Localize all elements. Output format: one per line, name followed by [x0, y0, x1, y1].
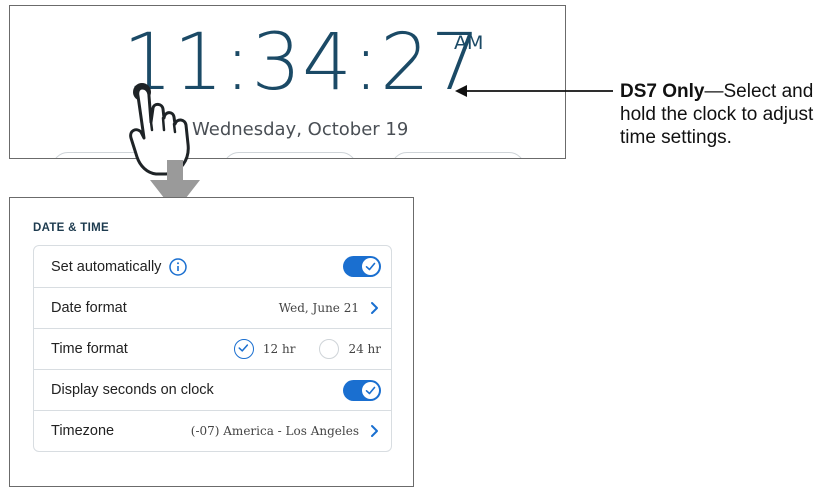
display-seconds-toggle[interactable]	[343, 379, 381, 401]
timezone-value: (-07) America - Los Angeles	[190, 424, 359, 438]
setting-row-set-automatically: Set automatically	[34, 246, 391, 287]
setting-label: Time format	[51, 341, 128, 357]
setting-label: Date format	[51, 300, 127, 316]
time-format-24hr-radio[interactable]	[319, 339, 340, 359]
settings-list: Set automatically Date format Wed, June …	[33, 245, 392, 452]
chevron-right-icon[interactable]	[367, 424, 381, 438]
toggle-knob	[362, 381, 379, 399]
info-icon[interactable]	[169, 257, 188, 276]
callout-bold: DS7 Only	[620, 81, 705, 102]
settings-screen: DATE & TIME Set automatically Date forma…	[9, 197, 414, 487]
set-automatically-toggle[interactable]	[343, 256, 381, 277]
setting-row-display-seconds: Display seconds on clock	[34, 369, 391, 410]
date-format-value: Wed, June 21	[278, 301, 359, 315]
bottom-pill-button[interactable]	[223, 152, 357, 158]
time-format-12hr-radio[interactable]	[233, 339, 254, 359]
section-title: DATE & TIME	[33, 222, 109, 234]
setting-row-date-format[interactable]: Date format Wed, June 21	[34, 287, 391, 328]
setting-label: Timezone	[51, 423, 115, 439]
setting-row-time-format: Time format 12 hr 24 hr	[34, 328, 391, 369]
setting-row-timezone[interactable]: Timezone (-07) America - Los Angeles	[34, 410, 391, 451]
toggle-knob	[362, 258, 379, 275]
setting-label: Display seconds on clock	[51, 382, 214, 398]
radio-label-12hr: 12 hr	[262, 342, 296, 356]
clock-date: Wednesday, October 19	[192, 119, 409, 140]
radio-label-24hr: 24 hr	[348, 342, 381, 356]
chevron-right-icon[interactable]	[367, 301, 381, 315]
callout-text: DS7 Only—Select and hold the clock to ad…	[620, 80, 834, 149]
check-icon	[365, 386, 376, 394]
setting-label: Set automatically	[51, 258, 162, 275]
callout-arrow-icon	[455, 85, 613, 97]
bottom-pill-button[interactable]	[391, 152, 525, 158]
check-icon	[238, 344, 248, 352]
check-icon	[365, 262, 376, 271]
clock-ampm: AM	[454, 32, 484, 54]
